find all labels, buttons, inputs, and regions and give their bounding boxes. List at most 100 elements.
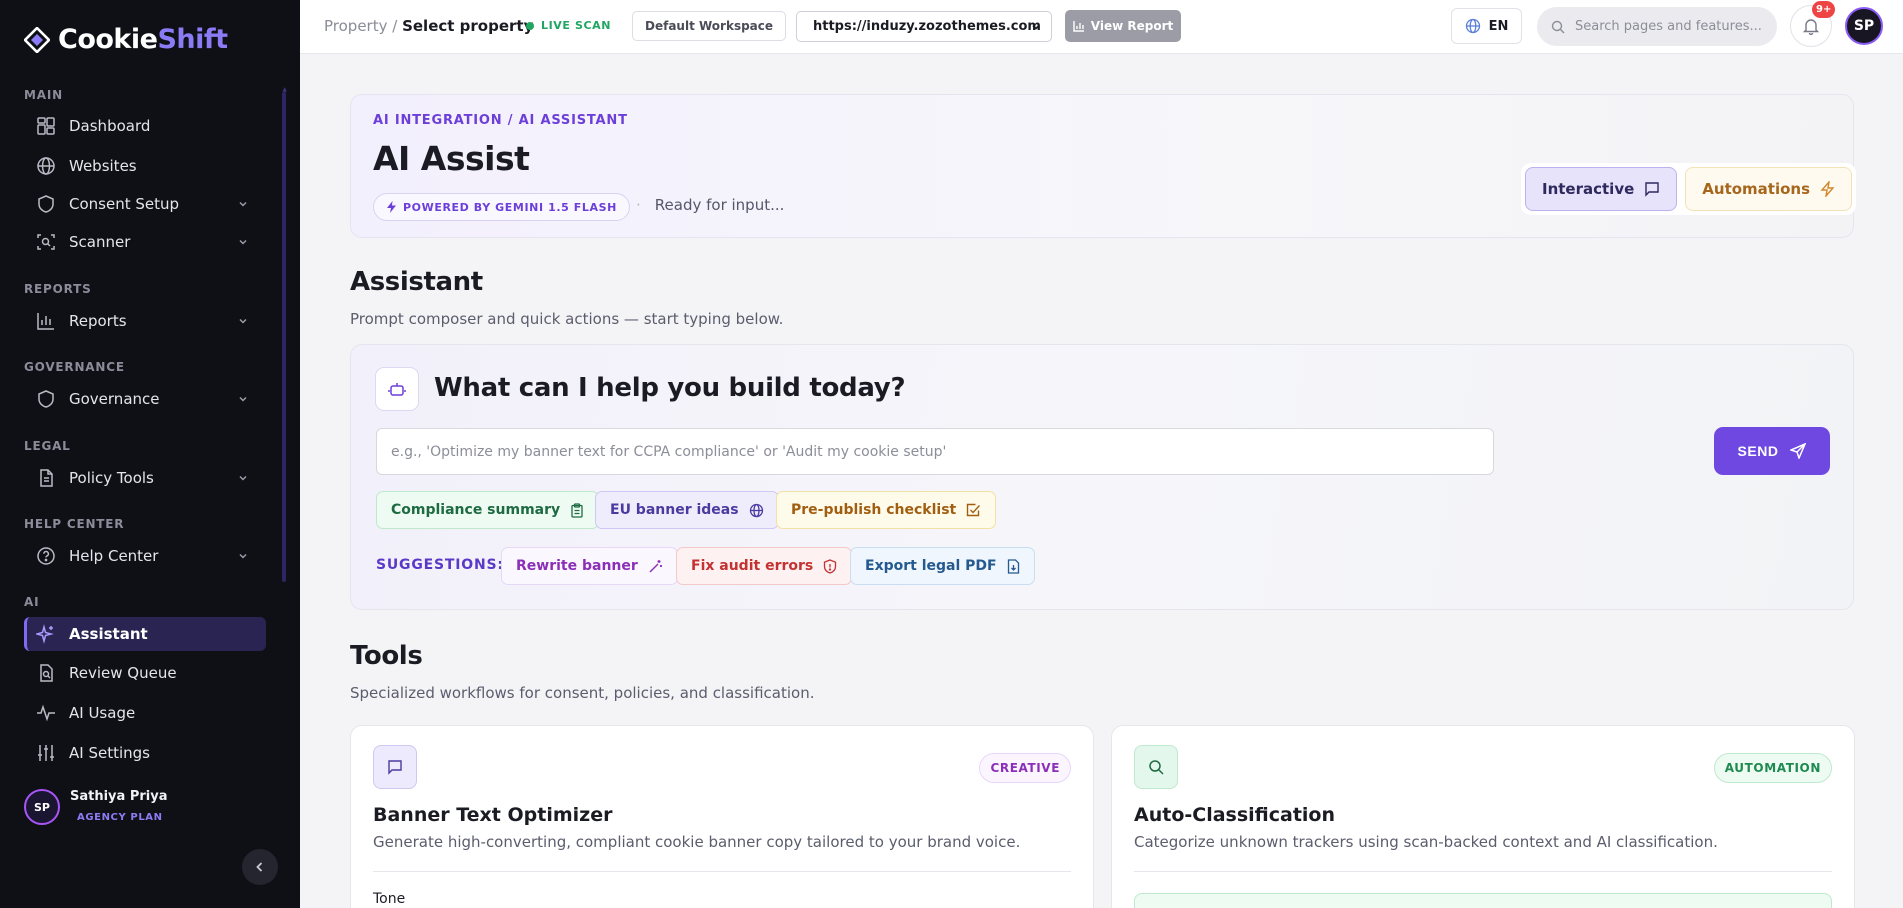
quick-action-eu-banner-ideas[interactable]: EU banner ideas (595, 491, 779, 529)
sidebar-item-label: Review Queue (69, 664, 177, 682)
live-dot-icon (526, 21, 534, 30)
sidebar-item-label: Policy Tools (69, 469, 154, 487)
clipboard-icon (571, 502, 583, 518)
globe-icon (1465, 18, 1480, 34)
sidebar-item-consent-setup[interactable]: Consent Setup (24, 187, 266, 221)
sidebar-item-label: Dashboard (69, 117, 151, 135)
sidebar-item-assistant[interactable]: Assistant (24, 617, 266, 651)
status-separator: · (636, 196, 641, 214)
classification-panel[interactable] (1134, 893, 1832, 908)
top-bar: Property / Select property LIVE SCAN Def… (300, 0, 1903, 54)
interactive-mode-label: Interactive (1542, 180, 1635, 198)
logo-diamond-icon (24, 26, 50, 53)
sidebar-item-websites[interactable]: Websites (24, 149, 266, 183)
property-selector[interactable]: Select property (402, 17, 533, 35)
workspace-selector[interactable]: Default Workspace (632, 11, 787, 41)
sidebar-item-governance[interactable]: Governance (24, 382, 266, 416)
brand-logo[interactable]: CookieShift (24, 24, 228, 55)
lightning-icon (387, 201, 396, 213)
section-label-help-center: HELP CENTER (24, 517, 125, 531)
tone-field-label: Tone (373, 891, 406, 907)
composer-title: What can I help you build today? (434, 373, 906, 403)
prompt-composer: What can I help you build today? SEND Co… (350, 344, 1854, 610)
suggestions-label: SUGGESTIONS: (376, 557, 504, 573)
prompt-input[interactable] (376, 428, 1494, 475)
sidebar-item-label: Scanner (69, 233, 131, 251)
tools-subheading: Specialized workflows for consent, polic… (350, 684, 815, 702)
powered-by-label: POWERED BY GEMINI 1.5 FLASH (403, 200, 617, 214)
suggestion-label: Export legal PDF (865, 558, 997, 574)
suggestion-rewrite-banner[interactable]: Rewrite banner (501, 547, 678, 585)
grid-icon (37, 117, 55, 135)
tool-category-badge: AUTOMATION (1713, 753, 1832, 783)
sidebar-item-label: Reports (69, 312, 127, 330)
sidebar-item-label: AI Usage (69, 704, 136, 722)
divider (373, 871, 1071, 872)
website-url-select[interactable]: https://induzy.zozothemes.com (796, 11, 1052, 42)
quick-action-compliance-summary[interactable]: Compliance summary (376, 491, 600, 529)
quick-action-pre-publish-checklist[interactable]: Pre-publish checklist (776, 491, 997, 529)
section-label-reports: REPORTS (24, 282, 92, 296)
chevron-down-icon (239, 475, 247, 481)
language-code: EN (1488, 18, 1509, 34)
section-label-main: MAIN (24, 88, 63, 102)
file-search-icon (40, 664, 53, 682)
suggestion-fix-audit-errors[interactable]: Fix audit errors (676, 547, 853, 585)
language-selector[interactable]: EN (1451, 8, 1522, 44)
breadcrumb: Property / Select property (324, 17, 533, 35)
sidebar-item-reports[interactable]: Reports (24, 304, 266, 338)
bell-icon (1802, 19, 1820, 35)
search-input[interactable] (1575, 19, 1765, 34)
page-header-card: AI INTEGRATION / AI ASSISTANT AI Assist … (350, 94, 1857, 238)
sidebar-item-label: AI Settings (69, 744, 150, 762)
sidebar-item-policy-tools[interactable]: Policy Tools (24, 461, 266, 495)
chevron-down-icon (239, 318, 247, 324)
chevron-down-icon (1032, 24, 1040, 30)
live-scan-label: LIVE SCAN (541, 19, 612, 32)
sidebar: CookieShift ▲ MAIN Dashboard Websites Co… (0, 0, 300, 908)
section-label-governance: GOVERNANCE (24, 360, 125, 374)
interactive-mode-button[interactable]: Interactive (1525, 167, 1678, 211)
view-report-button[interactable]: View Report (1065, 10, 1181, 42)
file-download-icon (1007, 558, 1019, 574)
user-profile[interactable]: SP Sathiya Priya AGENCY PLAN (24, 789, 167, 825)
send-button[interactable]: SEND (1714, 427, 1830, 475)
tool-category-badge: CREATIVE (979, 753, 1071, 783)
sidebar-item-label: Governance (69, 390, 160, 408)
help-circle-icon (37, 547, 55, 565)
global-search[interactable] (1537, 7, 1777, 46)
sidebar-scrollbar[interactable] (282, 92, 286, 582)
sidebar-item-help-center[interactable]: Help Center (24, 539, 266, 573)
tool-title: Banner Text Optimizer (373, 804, 613, 826)
divider (1134, 871, 1832, 872)
send-icon (1790, 443, 1807, 459)
powered-by-badge: POWERED BY GEMINI 1.5 FLASH (373, 193, 630, 221)
sidebar-item-ai-settings[interactable]: AI Settings (24, 736, 266, 770)
search-icon (1134, 745, 1178, 789)
avatar[interactable]: SP (1845, 7, 1883, 45)
globe-icon (749, 503, 763, 517)
status-text: Ready for input... (654, 196, 785, 214)
send-label: SEND (1737, 443, 1779, 459)
quick-action-label: EU banner ideas (610, 502, 739, 518)
automations-mode-button[interactable]: Automations (1685, 167, 1853, 211)
sidebar-item-review-queue[interactable]: Review Queue (24, 656, 266, 690)
chevron-down-icon (239, 201, 247, 207)
suggestion-export-legal-pdf[interactable]: Export legal PDF (850, 547, 1035, 585)
bar-chart-icon (37, 313, 54, 330)
user-plan-badge: AGENCY PLAN (77, 812, 163, 823)
tool-card-banner-text-optimizer[interactable]: CREATIVE Banner Text Optimizer Generate … (350, 725, 1094, 908)
tool-description: Categorize unknown trackers using scan-b… (1134, 833, 1718, 851)
sparkles-icon (36, 624, 54, 644)
message-square-icon (1645, 182, 1659, 197)
assistant-heading: Assistant (350, 267, 483, 297)
activity-icon (37, 704, 55, 722)
sidebar-item-label: Consent Setup (69, 195, 180, 213)
section-label-ai: AI (24, 595, 40, 609)
sidebar-item-dashboard[interactable]: Dashboard (24, 109, 266, 143)
collapse-sidebar-button[interactable] (242, 849, 278, 885)
sidebar-item-ai-usage[interactable]: AI Usage (24, 696, 266, 730)
tool-card-auto-classification[interactable]: AUTOMATION Auto-Classification Categoriz… (1111, 725, 1855, 908)
sidebar-item-label: Websites (69, 157, 137, 175)
sidebar-item-scanner[interactable]: Scanner (24, 225, 266, 259)
